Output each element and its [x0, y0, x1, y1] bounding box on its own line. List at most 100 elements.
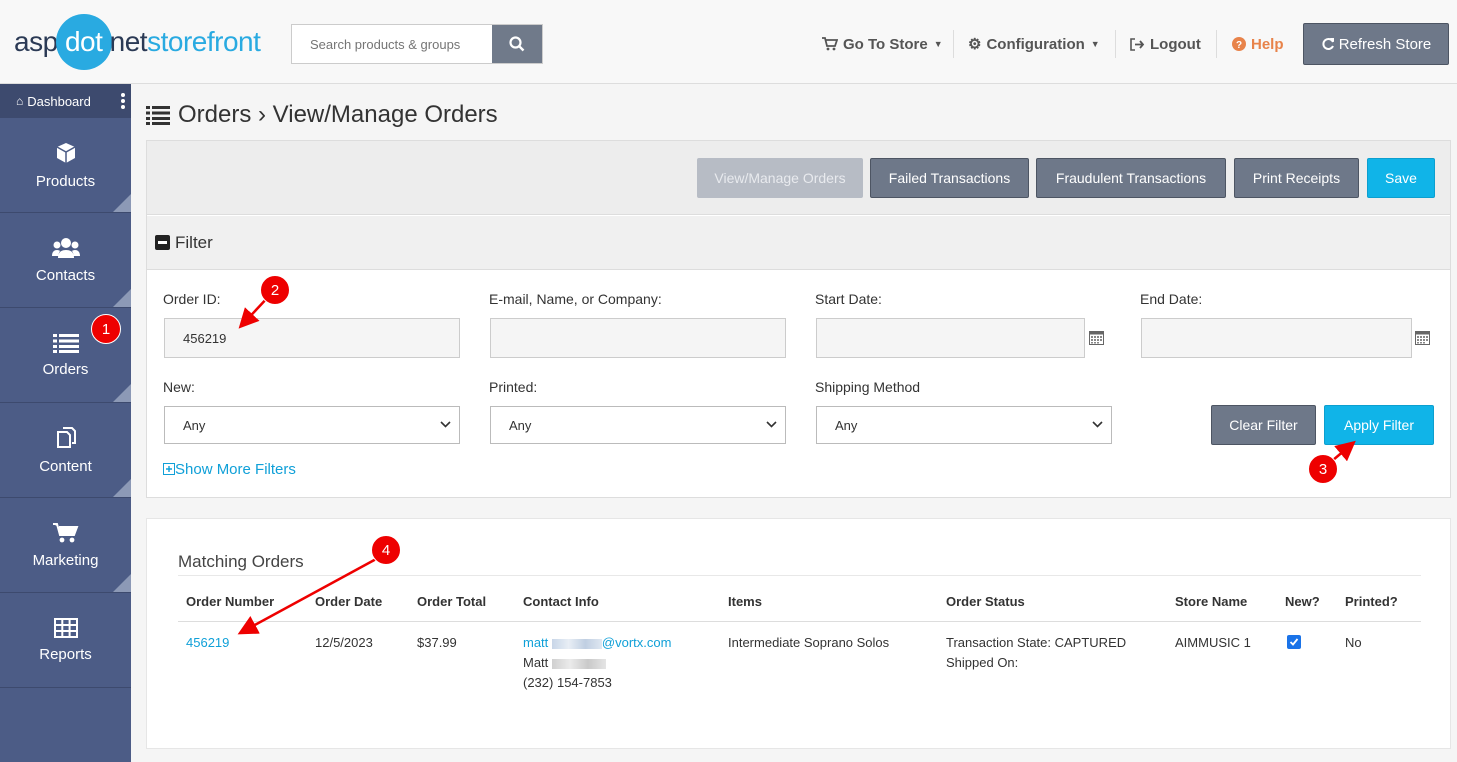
order-id-input[interactable]: 456219 [164, 318, 460, 358]
filter-heading: Filter [175, 232, 213, 252]
question-circle-icon: ? [1232, 37, 1246, 51]
shipping-method-select[interactable]: Any [816, 406, 1112, 444]
printed-label: Printed: [489, 379, 538, 395]
email-prefix: matt [523, 635, 549, 650]
configuration-menu[interactable]: ⚙ Configuration ▼ [968, 32, 1100, 56]
list-icon [146, 106, 170, 125]
clear-filter-button[interactable]: Clear Filter [1211, 405, 1316, 445]
column-header[interactable]: New? [1285, 594, 1320, 609]
collapse-minus-icon [155, 235, 170, 250]
toolbar: View/Manage Orders Failed Transactions F… [147, 141, 1450, 215]
shipping-method-label: Shipping Method [815, 379, 921, 395]
dashboard-link[interactable]: ⌂ Dashboard [0, 84, 131, 118]
print-receipts-button[interactable]: Print Receipts [1234, 158, 1359, 198]
sidebar-item-content[interactable]: Content [0, 403, 131, 498]
start-date-input[interactable] [816, 318, 1085, 358]
fraudulent-transactions-button[interactable]: Fraudulent Transactions [1036, 158, 1226, 198]
logout-link[interactable]: Logout [1130, 32, 1201, 56]
dashboard-label: Dashboard [27, 93, 91, 109]
chevron-down-icon [1092, 421, 1103, 428]
column-header[interactable]: Order Number [186, 594, 274, 609]
search-button[interactable] [492, 25, 542, 63]
more-vertical-icon[interactable] [121, 93, 125, 111]
logo-text-asp: asp [14, 26, 58, 57]
go-to-store-label: Go To Store [843, 35, 928, 53]
calendar-icon[interactable] [1415, 331, 1430, 345]
corner-indicator [113, 194, 131, 212]
corner-indicator [113, 479, 131, 497]
save-button[interactable]: Save [1367, 158, 1435, 198]
contact-email-link[interactable]: matt @vortx.com [523, 633, 671, 653]
box-icon [56, 142, 75, 163]
email-name-company-input[interactable] [490, 318, 786, 358]
order-status-cell: Transaction State: CAPTURED Shipped On: [946, 633, 1126, 673]
column-header[interactable]: Order Status [946, 594, 1025, 609]
go-to-store-menu[interactable]: Go To Store ▼ [822, 32, 943, 56]
redacted-blur [551, 638, 602, 649]
printed-select[interactable]: Any [490, 406, 786, 444]
view-manage-orders-button[interactable]: View/Manage Orders [697, 158, 863, 198]
redacted-blur [551, 658, 606, 669]
sidebar-item-marketing[interactable]: Marketing [0, 498, 131, 593]
cart-icon [52, 522, 78, 542]
shipping-method-select-value: Any [835, 417, 858, 433]
divider [178, 621, 1421, 622]
column-header[interactable]: Order Date [315, 594, 382, 609]
column-header[interactable]: Store Name [1175, 594, 1247, 609]
new-select-value: Any [183, 417, 206, 433]
failed-transactions-button[interactable]: Failed Transactions [870, 158, 1029, 198]
list-icon [52, 333, 79, 353]
sidebar-item-reports[interactable]: Reports [0, 593, 131, 688]
column-header[interactable]: Order Total [417, 594, 486, 609]
new-select[interactable]: Any [164, 406, 460, 444]
column-header[interactable]: Printed? [1345, 594, 1398, 609]
refresh-store-button[interactable]: Refresh Store [1303, 23, 1449, 65]
order-date-cell: 12/5/2023 [315, 635, 373, 650]
sidebar-item-label: Contacts [35, 266, 96, 284]
sidebar-item-products[interactable]: Products [0, 118, 131, 213]
check-icon [1289, 638, 1299, 646]
plus-square-icon [163, 463, 175, 475]
apply-filter-button[interactable]: Apply Filter [1324, 405, 1434, 445]
configuration-label: Configuration [986, 35, 1085, 53]
new-checkbox[interactable] [1287, 635, 1301, 649]
divider [953, 30, 954, 58]
email-suffix: @vortx.com [601, 635, 672, 650]
gear-icon: ⚙ [968, 36, 982, 53]
column-header[interactable]: Contact Info [523, 594, 599, 609]
help-link[interactable]: ? Help [1232, 32, 1284, 56]
order-id-label: Order ID: [163, 291, 221, 307]
search-input[interactable] [292, 25, 492, 63]
calendar-icon[interactable] [1089, 331, 1104, 345]
top-bar: asp dot netstorefront Go To Store ▼ ⚙ Co… [0, 0, 1457, 84]
order-number-link[interactable]: 456219 [186, 633, 229, 653]
annotation-badge-4: 4 [371, 535, 401, 565]
transaction-state: Transaction State: CAPTURED [946, 635, 1127, 650]
corner-indicator [113, 574, 131, 592]
order-total-cell: $37.99 [417, 635, 457, 650]
sidebar-item-label: Content [39, 457, 92, 475]
logo-text-net: net [109, 26, 148, 57]
contact-phone: (232) 154-7853 [523, 675, 612, 690]
column-header[interactable]: Items [728, 594, 762, 609]
logo-text-storefront: storefront [147, 26, 261, 57]
matching-orders-title: Matching Orders [178, 552, 304, 571]
divider [1216, 30, 1217, 58]
end-date-input[interactable] [1141, 318, 1412, 358]
new-label: New: [163, 379, 195, 395]
end-date-label: End Date: [1140, 291, 1203, 307]
sidebar-item-label: Products [35, 172, 96, 190]
chevron-down-icon [766, 421, 777, 428]
annotation-badge-1: 1 [91, 314, 121, 344]
show-more-filters-link[interactable]: Show More Filters [163, 461, 296, 478]
search-icon [509, 36, 525, 52]
sidebar-item-label: Reports [39, 645, 92, 663]
filter-header[interactable]: Filter [147, 216, 1450, 270]
sidebar-item-contacts[interactable]: Contacts [0, 213, 131, 308]
matching-orders-panel: Matching Orders Order Number Order Date … [146, 518, 1451, 749]
logo-text-dot: dot [55, 14, 112, 70]
table-icon [53, 617, 78, 638]
logo[interactable]: asp dot net storefront [14, 14, 261, 70]
start-date-label: Start Date: [815, 291, 882, 307]
copy-icon [56, 426, 76, 448]
